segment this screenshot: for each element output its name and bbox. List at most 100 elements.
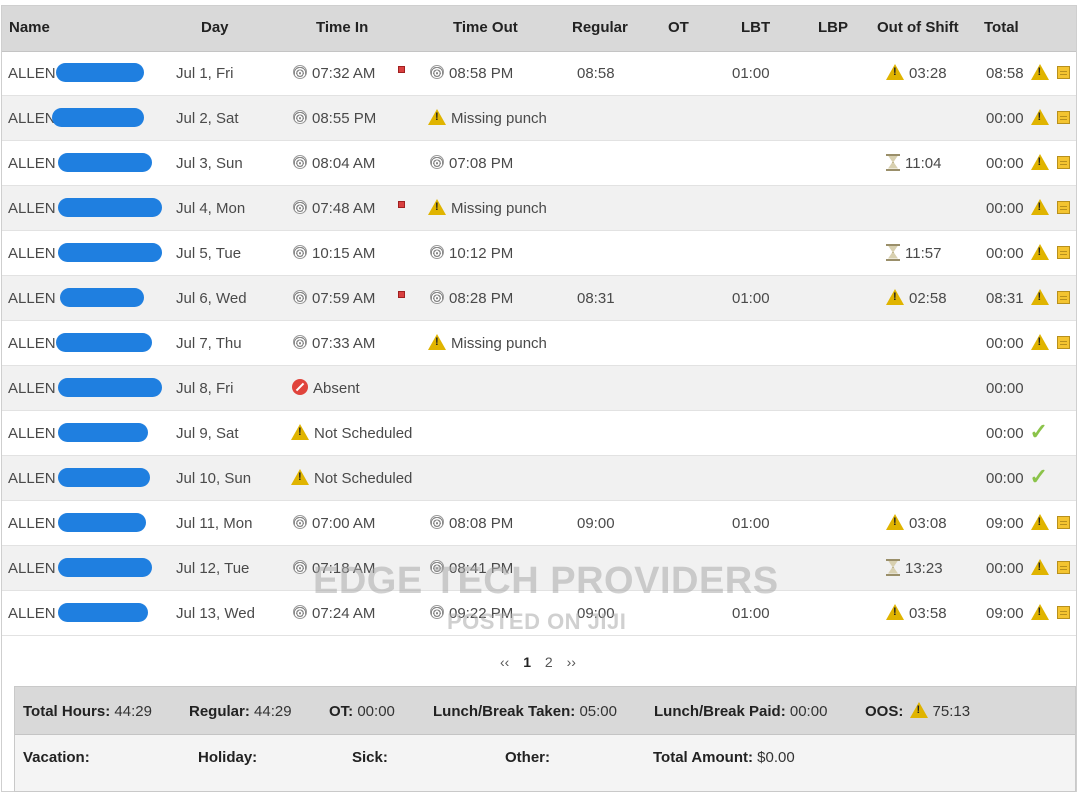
row-time-in[interactable]: 08:04 AM [293,141,375,186]
col-lbt[interactable]: LBT [741,6,770,51]
row-total: 00:00 [986,96,1070,141]
warning-icon[interactable] [1030,559,1049,576]
row-time-out[interactable]: Missing punch [428,186,547,231]
col-time-out[interactable]: Time Out [453,6,518,51]
row-regular: 08:58 [577,65,615,82]
fingerprint-icon [293,110,307,125]
col-time-in[interactable]: Time In [316,6,368,51]
warning-icon[interactable] [1030,514,1049,531]
col-name[interactable]: Name [9,6,50,51]
row-total-text: 00:00 [986,425,1024,442]
note-icon[interactable] [1056,515,1070,529]
summary-ot-label: OT: [329,703,354,720]
row-total: 08:58 [986,51,1070,96]
table-row[interactable]: ALLEN Jul 4, Mon 07:48 AM Missing punch 00:0… [2,186,1076,231]
row-time-in[interactable]: 07:59 AM [293,276,375,321]
note-icon[interactable] [1056,560,1070,574]
row-time-in[interactable]: 10:15 AM [293,231,375,276]
watermark-title: EDGE TECH PROVIDERS [313,560,779,602]
table-row[interactable]: ALLEN Jul 3, Sun 08:04 AM 07:08 PM 11:04 00:0… [2,141,1076,186]
redaction-mark [58,198,162,217]
row-time-in[interactable]: 07:32 AM [293,51,375,96]
table-row[interactable]: ALLEN Jul 2, Sat 08:55 PM Missing punch 00:0… [2,96,1076,141]
table-row[interactable]: ALLEN Jul 1, Fri 07:32 AM 08:58 PM 08:58 01:0… [2,51,1076,96]
pager-page-2[interactable]: 2 [545,654,553,670]
summary-vacation-label: Vacation: [23,749,90,766]
note-icon[interactable] [1056,155,1070,169]
warning-icon[interactable] [1030,289,1049,306]
table-row[interactable]: ALLEN Jul 7, Thu 07:33 AM Missing punch 00:0… [2,321,1076,366]
row-lbt: 01:00 [732,515,770,532]
table-row[interactable]: ALLEN Jul 5, Tue 10:15 AM 10:12 PM 11:57 00:0… [2,231,1076,276]
row-time-in[interactable]: 07:48 AM [293,186,375,231]
summary-vacation: Vacation: [23,749,90,766]
summary-ot: OT: 00:00 [329,703,395,720]
table-row[interactable]: ALLEN Jul 8, Fri Absent 00:00 [2,366,1076,411]
table-header: Name Day Time In Time Out Regular OT LBT… [2,6,1076,52]
redaction-mark [58,603,148,622]
row-time-in[interactable]: 07:33 AM [293,321,375,366]
col-day[interactable]: Day [201,6,229,51]
edit-flag-icon[interactable] [398,201,405,208]
pager-prev[interactable]: ‹‹ [500,654,509,670]
row-total-text: 09:00 [986,605,1024,622]
row-day: Jul 13, Wed [176,605,255,622]
table-row[interactable]: ALLEN Jul 10, Sun Not Scheduled 00:00 ✓ [2,456,1076,501]
redaction-mark [56,63,144,82]
summary-lbt: Lunch/Break Taken: 05:00 [433,703,617,720]
row-oos-text: 02:58 [909,290,947,307]
row-total-text: 00:00 [986,560,1024,577]
fingerprint-icon [430,515,444,530]
row-total: 09:00 [986,501,1070,546]
table-row[interactable]: ALLEN Jul 6, Wed 07:59 AM 08:28 PM 08:31 01:0… [2,276,1076,321]
note-icon[interactable] [1056,65,1070,79]
row-time-out[interactable]: 08:58 PM [430,51,513,96]
row-day: Jul 3, Sun [176,155,243,172]
warning-icon[interactable] [1030,244,1049,261]
edit-flag-icon[interactable] [398,291,405,298]
row-time-in-text: 07:24 AM [312,605,376,622]
note-icon[interactable] [1056,110,1070,124]
row-time-in[interactable]: 07:00 AM [293,501,375,546]
row-lbt: 01:00 [732,290,770,307]
summary-holiday: Holiday: [198,749,257,766]
edit-flag-icon[interactable] [398,66,405,73]
note-icon[interactable] [1056,200,1070,214]
row-day: Jul 2, Sat [176,110,239,127]
fingerprint-icon [293,560,307,575]
warning-icon[interactable] [1030,604,1049,621]
note-icon[interactable] [1056,245,1070,259]
summary-lbp-label: Lunch/Break Paid: [654,703,786,720]
row-time-out[interactable]: 08:08 PM [430,501,513,546]
warning-icon[interactable] [1030,334,1049,351]
col-ot[interactable]: OT [668,6,689,51]
table-row[interactable]: ALLEN Jul 9, Sat Not Scheduled 00:00 ✓ [2,411,1076,456]
row-time-out-text: Missing punch [451,200,547,217]
pager-next[interactable]: ›› [567,654,576,670]
row-time-out[interactable]: 08:28 PM [430,276,513,321]
row-time-out[interactable]: Missing punch [428,321,547,366]
summary-ot-value: 00:00 [357,703,395,720]
col-out-of-shift[interactable]: Out of Shift [877,6,959,51]
row-total: 00:00 [986,321,1070,366]
summary-holiday-label: Holiday: [198,749,258,766]
table-row[interactable]: ALLEN Jul 11, Mon 07:00 AM 08:08 PM 09:00 01:… [2,501,1076,546]
warning-icon[interactable] [1030,199,1049,216]
note-icon[interactable] [1056,335,1070,349]
row-time-in[interactable]: 08:55 PM [293,96,376,141]
row-total: 00:00 [986,231,1070,276]
row-time-out[interactable]: 10:12 PM [430,231,513,276]
col-lbp[interactable]: LBP [818,6,848,51]
row-total: 08:31 [986,276,1070,321]
row-time-out[interactable]: 07:08 PM [430,141,513,186]
pager-page-1[interactable]: 1 [523,654,531,670]
warning-icon[interactable] [1030,154,1049,171]
warning-icon[interactable] [1030,109,1049,126]
col-total[interactable]: Total [984,6,1019,51]
warning-icon[interactable] [1030,64,1049,81]
note-icon[interactable] [1056,290,1070,304]
note-icon[interactable] [1056,605,1070,619]
row-time-out[interactable]: Missing punch [428,96,547,141]
col-regular[interactable]: Regular [572,6,628,51]
row-total-text: 00:00 [986,200,1024,217]
